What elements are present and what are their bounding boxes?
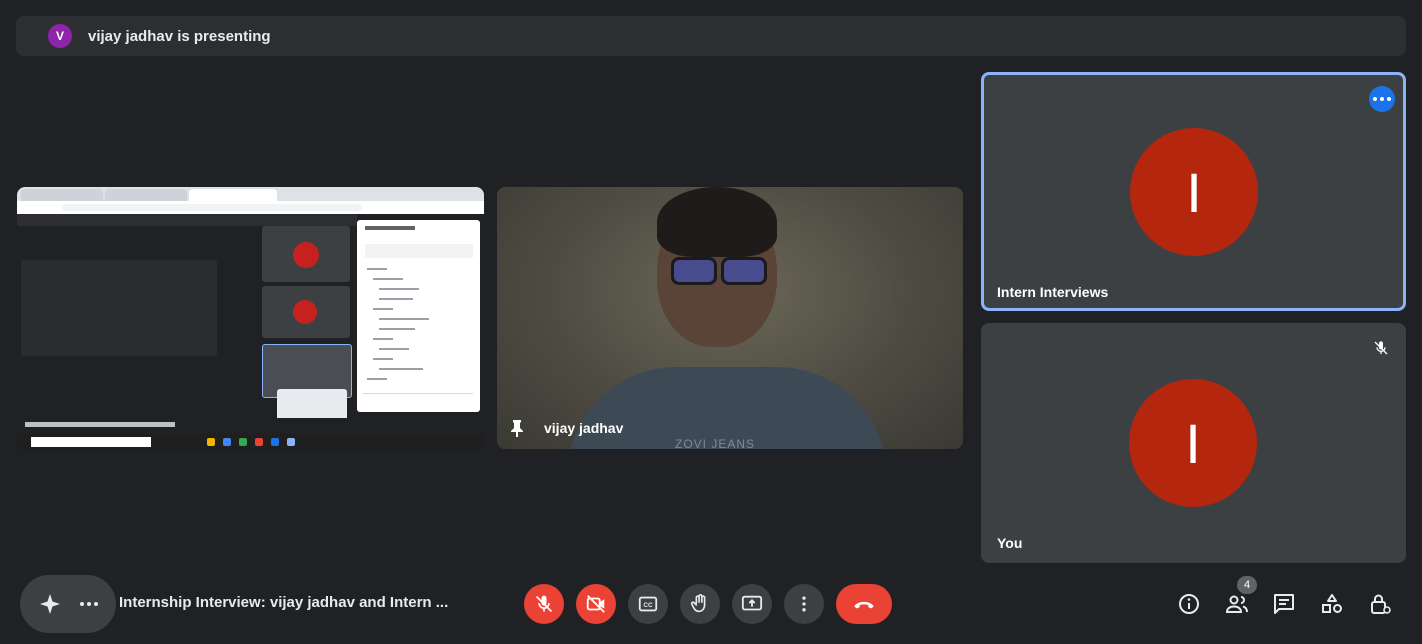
participant-name: vijay jadhav: [544, 420, 624, 436]
meeting-details-button[interactable]: [1175, 590, 1203, 618]
host-controls-button[interactable]: [1366, 590, 1394, 618]
shared-address-bar: [17, 201, 484, 214]
meeting-title: Internship Interview: vijay jadhav and I…: [119, 594, 449, 611]
hand-icon: [690, 594, 706, 613]
participant-name: Intern Interviews: [997, 284, 1109, 300]
people-count-badge: 4: [1237, 576, 1257, 594]
presenter-camera-tile[interactable]: ZOVI JEANS vijay jadhav: [497, 187, 963, 449]
more-vert-icon: [802, 596, 806, 612]
people-icon: [1225, 595, 1248, 613]
mic-off-icon: [1374, 341, 1388, 355]
lock-person-icon: [1371, 594, 1391, 614]
chat-button[interactable]: [1270, 590, 1298, 618]
pin-icon[interactable]: [510, 419, 524, 437]
captions-icon: CC: [638, 596, 658, 612]
svg-text:CC: CC: [643, 602, 653, 609]
presenting-banner: V vijay jadhav is presenting: [16, 16, 1406, 56]
people-button[interactable]: [1223, 590, 1251, 618]
shapes-icon: [1322, 594, 1342, 613]
raise-hand-button[interactable]: [680, 584, 720, 624]
more-options-icon[interactable]: [1369, 86, 1395, 112]
chat-icon: [1274, 594, 1294, 614]
presentation-tile[interactable]: [17, 187, 484, 450]
participant-name: You: [997, 535, 1023, 551]
activities-button[interactable]: [1318, 590, 1346, 618]
mic-off-icon: [535, 595, 553, 613]
shirt-print: ZOVI JEANS: [675, 437, 756, 449]
present-screen-button[interactable]: [732, 584, 772, 624]
shared-screen-content: [17, 214, 484, 434]
companion-mode-button[interactable]: [20, 575, 116, 633]
participant-tile-you[interactable]: I You: [981, 323, 1406, 563]
presenter-avatar: V: [48, 24, 72, 48]
camera-toggle-button[interactable]: [576, 584, 616, 624]
mic-toggle-button[interactable]: [524, 584, 564, 624]
info-icon: [1179, 594, 1199, 614]
more-dots-icon[interactable]: [78, 602, 99, 606]
present-icon: [741, 595, 763, 611]
avatar: I: [1130, 128, 1258, 256]
end-call-button[interactable]: [836, 584, 892, 624]
avatar: I: [1129, 379, 1257, 507]
more-options-button[interactable]: [784, 584, 824, 624]
presenting-text: vijay jadhav is presenting: [88, 27, 271, 45]
hang-up-icon: [854, 601, 874, 609]
captions-button[interactable]: CC: [628, 584, 668, 624]
shared-browser-tabs: [17, 187, 484, 201]
camera-off-icon: [586, 595, 605, 613]
shared-taskbar: [17, 434, 484, 450]
sparkle-icon: [40, 594, 60, 614]
participant-tile-intern-interviews[interactable]: I Intern Interviews: [981, 72, 1406, 311]
